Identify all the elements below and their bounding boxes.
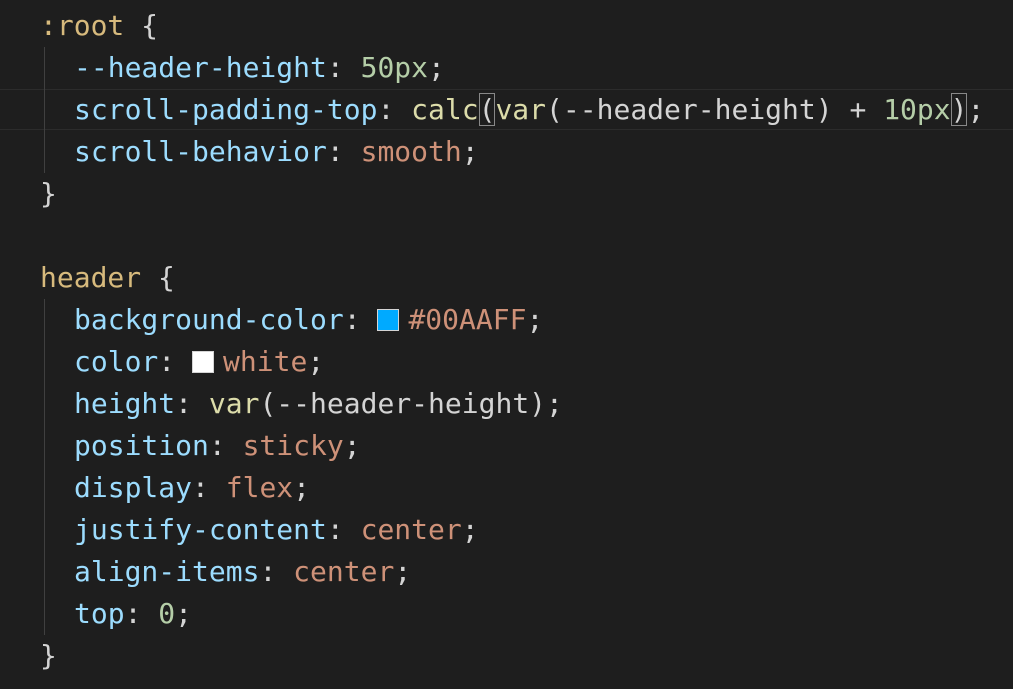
function-calc: calc bbox=[411, 93, 479, 126]
value-10px: 10px bbox=[883, 93, 951, 126]
semicolon: ; bbox=[461, 135, 479, 168]
open-brace: { bbox=[124, 9, 159, 42]
code-line-align-items[interactable]: align-items: center; bbox=[40, 551, 411, 593]
colon: : bbox=[259, 555, 294, 588]
value-00aaff: #00AAFF bbox=[408, 303, 527, 336]
plus-operator: + bbox=[832, 93, 884, 126]
semicolon: ; bbox=[461, 513, 479, 546]
colon: : bbox=[124, 597, 159, 630]
header-selector: header bbox=[40, 261, 142, 294]
colon: : bbox=[326, 513, 361, 546]
value-sticky: sticky bbox=[242, 429, 344, 462]
colon: : bbox=[326, 135, 361, 168]
code-line-scroll-padding-top[interactable]: scroll-padding-top: calc(var(--header-he… bbox=[40, 89, 984, 131]
var-argument: (--header-height) bbox=[259, 387, 547, 420]
open-brace: { bbox=[141, 261, 175, 294]
colon: : bbox=[343, 303, 378, 336]
code-line-background-color[interactable]: background-color: #00AAFF; bbox=[40, 299, 543, 341]
colon: : bbox=[192, 471, 226, 504]
var-argument: (--header-height) bbox=[546, 93, 833, 126]
color-swatch-icon[interactable] bbox=[377, 309, 400, 331]
property-background-color: background-color bbox=[74, 303, 344, 336]
property-top: top bbox=[74, 597, 125, 630]
property-color: color bbox=[74, 345, 159, 378]
semicolon: ; bbox=[546, 387, 563, 420]
code-line-display[interactable]: display: flex; bbox=[40, 467, 310, 509]
value-smooth: smooth bbox=[360, 135, 462, 168]
value-center: center bbox=[360, 513, 462, 546]
value-white: white bbox=[223, 345, 308, 378]
function-var: var bbox=[495, 93, 547, 126]
value-zero: 0 bbox=[158, 597, 176, 630]
code-line-height[interactable]: height: var(--header-height); bbox=[40, 383, 563, 425]
colon: : bbox=[175, 387, 209, 420]
code-line-root-close[interactable]: } bbox=[40, 173, 57, 215]
code-editor[interactable]: :root { --header-height: 50px; scroll-pa… bbox=[0, 0, 1013, 689]
code-line-justify-content[interactable]: justify-content: center; bbox=[40, 509, 479, 551]
property-display: display bbox=[74, 471, 193, 504]
code-line-position[interactable]: position: sticky; bbox=[40, 425, 361, 467]
semicolon: ; bbox=[175, 597, 193, 630]
root-selector: :root bbox=[40, 9, 125, 42]
colon: : bbox=[158, 345, 193, 378]
colon: : bbox=[208, 429, 243, 462]
code-line-header-close[interactable]: } bbox=[40, 635, 57, 677]
code-line-header-height[interactable]: --header-height: 50px; bbox=[40, 47, 445, 89]
property-align-items: align-items bbox=[74, 555, 260, 588]
property-scroll-behavior: scroll-behavior bbox=[74, 135, 327, 168]
close-brace: } bbox=[40, 639, 57, 672]
value-center: center bbox=[293, 555, 395, 588]
code-line-root-open[interactable]: :root { bbox=[40, 5, 158, 47]
function-var: var bbox=[208, 387, 260, 420]
code-line-color[interactable]: color: white; bbox=[40, 341, 324, 383]
property-position: position bbox=[74, 429, 209, 462]
property-justify-content: justify-content bbox=[74, 513, 327, 546]
semicolon: ; bbox=[428, 51, 445, 84]
property-scroll-padding-top: scroll-padding-top bbox=[74, 93, 378, 126]
semicolon: ; bbox=[526, 303, 544, 336]
semicolon: ; bbox=[967, 93, 985, 126]
colon: : bbox=[326, 51, 361, 84]
semicolon: ; bbox=[307, 345, 325, 378]
colon: : bbox=[377, 93, 412, 126]
value-flex: flex bbox=[225, 471, 294, 504]
code-line-header-open[interactable]: header { bbox=[40, 257, 175, 299]
semicolon: ; bbox=[293, 471, 311, 504]
close-brace: } bbox=[40, 177, 57, 210]
bracket-match-open: ( bbox=[478, 93, 496, 126]
bracket-match-close: ) bbox=[950, 93, 968, 126]
semicolon: ; bbox=[343, 429, 361, 462]
code-line-scroll-behavior[interactable]: scroll-behavior: smooth; bbox=[40, 131, 479, 173]
property-header-height: --header-height bbox=[74, 51, 327, 84]
property-height: height bbox=[74, 387, 176, 420]
value-50px: 50px bbox=[360, 51, 429, 84]
code-line-top[interactable]: top: 0; bbox=[40, 593, 192, 635]
semicolon: ; bbox=[394, 555, 412, 588]
color-swatch-icon[interactable] bbox=[192, 351, 215, 373]
